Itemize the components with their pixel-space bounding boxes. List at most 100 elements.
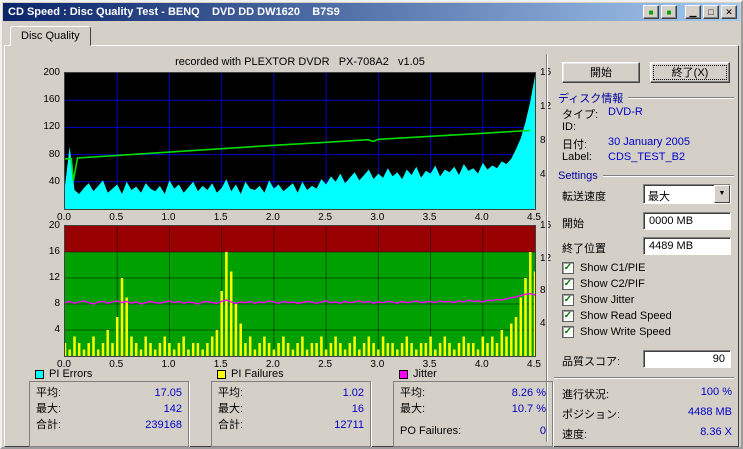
stat-row: PO Failures: 0 bbox=[400, 423, 546, 439]
start-position-label: 開始 bbox=[562, 218, 584, 230]
axis-tick-label: 120 bbox=[43, 121, 60, 133]
field-value: DVD-R bbox=[608, 106, 643, 118]
field-label: ID: bbox=[562, 121, 577, 133]
stat-row: 最大: 16 bbox=[218, 401, 364, 417]
axis-tick-label: 12 bbox=[48, 272, 60, 283]
stat-value: 239168 bbox=[145, 419, 182, 431]
axis-tick-label: 1.5 bbox=[213, 212, 228, 223]
stat-row: 平均: 17.05 bbox=[36, 385, 182, 401]
close-icon: ✕ bbox=[725, 6, 733, 17]
checkbox-box[interactable]: ✓ bbox=[562, 310, 574, 322]
checkbox-show-c2-pif[interactable]: ✓ Show C2/PIF bbox=[562, 277, 645, 291]
position-row: ポジション: 4488 MB bbox=[562, 406, 732, 422]
dropdown-button[interactable]: ▼ bbox=[714, 185, 730, 203]
axis-tick-label: 2.0 bbox=[265, 212, 280, 223]
axis-tick-label: 4.0 bbox=[474, 212, 489, 223]
maximize-button[interactable]: □ bbox=[703, 5, 719, 19]
jitter-legend: Jitter bbox=[399, 368, 437, 380]
field-label: タイプ: bbox=[562, 109, 599, 121]
axis-tick-label: 3.0 bbox=[370, 212, 385, 223]
legend-title: PI Failures bbox=[231, 368, 284, 380]
titlebar-buttons: ■ ■ ▁ □ ✕ bbox=[643, 5, 740, 19]
window-title: CD Speed : Disc Quality Test - BENQ DVD … bbox=[8, 6, 340, 18]
exit-button[interactable]: 終了(X) bbox=[650, 62, 730, 83]
stat-row: 合計: 12711 bbox=[218, 417, 364, 433]
bottom-chart bbox=[64, 225, 536, 357]
top-chart-left-axis: 200 160 120 80 40 bbox=[26, 67, 60, 209]
axis-tick-label: 16 bbox=[540, 67, 552, 78]
checkbox-label: Show Write Speed bbox=[580, 326, 671, 338]
tab-label: Disc Quality bbox=[21, 30, 80, 42]
start-position-field[interactable]: 0000 MB bbox=[643, 212, 731, 230]
right-panel-divider bbox=[554, 377, 734, 379]
stat-label: 平均: bbox=[400, 387, 426, 399]
axis-tick-label: 8 bbox=[54, 298, 60, 309]
status-value: 8.36 X bbox=[700, 426, 732, 438]
minimize-button[interactable]: ▁ bbox=[685, 5, 701, 19]
pi-errors-legend: PI Errors bbox=[35, 368, 92, 380]
field-label: Label: bbox=[562, 151, 592, 163]
stat-row: 最大: 142 bbox=[36, 401, 182, 417]
checkbox-label: Show C1/PIE bbox=[580, 262, 646, 274]
pi-errors-stats-box: 平均: 17.05 最大: 142 合計: 239168 bbox=[29, 381, 189, 447]
checkbox-show-write-speed[interactable]: ✓ Show Write Speed bbox=[562, 325, 671, 339]
section-divider bbox=[602, 175, 734, 177]
bottom-chart-canvas bbox=[65, 226, 535, 356]
maximize-icon: □ bbox=[708, 6, 714, 17]
start-button[interactable]: 開始 bbox=[562, 62, 640, 83]
checkbox-label: Show Read Speed bbox=[580, 310, 672, 322]
axis-tick-label: 16 bbox=[48, 246, 60, 257]
checkbox-box[interactable]: ✓ bbox=[562, 262, 574, 274]
axis-tick-label: 200 bbox=[43, 67, 60, 78]
axis-tick-label: 3.5 bbox=[422, 212, 437, 223]
section-title: ディスク情報 bbox=[558, 93, 624, 105]
axis-tick-label: 20 bbox=[48, 220, 60, 231]
checkbox-box[interactable]: ✓ bbox=[562, 294, 574, 306]
progress-row: 進行状況: 100 % bbox=[562, 386, 732, 402]
pi-failures-swatch bbox=[217, 369, 226, 379]
tab-panel: recorded with PLEXTOR DVDR PX-708A2 v1.0… bbox=[4, 45, 739, 447]
end-position-field[interactable]: 4489 MB bbox=[643, 237, 731, 255]
chevron-down-icon: ▼ bbox=[718, 190, 726, 197]
checkbox-show-read-speed[interactable]: ✓ Show Read Speed bbox=[562, 309, 672, 323]
disc-label-row: Label: CDS_TEST_B2 bbox=[562, 151, 734, 165]
axis-tick-label: 4 bbox=[54, 324, 60, 335]
stat-value: 1.02 bbox=[342, 387, 364, 399]
stat-row: 最大: 10.7 % bbox=[400, 401, 546, 417]
axis-tick-label: 4 bbox=[540, 317, 546, 329]
stat-label: 平均: bbox=[36, 387, 62, 399]
axis-tick-label: 16 bbox=[540, 220, 552, 231]
check-icon: ✓ bbox=[563, 278, 573, 289]
axis-tick-label: 40 bbox=[48, 175, 60, 187]
recorded-with-text: recorded with PLEXTOR DVDR PX-708A2 v1.0… bbox=[175, 56, 425, 68]
transfer-speed-label: 転送速度 bbox=[562, 191, 606, 203]
axis-tick-label: 4.0 bbox=[474, 359, 489, 370]
section-title: Settings bbox=[558, 170, 598, 182]
capture-window-button[interactable]: ■ bbox=[661, 5, 677, 19]
status-label: 進行状況: bbox=[562, 389, 610, 401]
close-button[interactable]: ✕ bbox=[721, 5, 737, 19]
checkbox-box[interactable]: ✓ bbox=[562, 278, 574, 290]
check-icon: ✓ bbox=[563, 294, 573, 305]
stat-label: 最大: bbox=[400, 403, 426, 415]
tab-disc-quality[interactable]: Disc Quality bbox=[10, 26, 91, 46]
quality-score-field: 90 bbox=[643, 350, 731, 368]
stat-row: 合計: 239168 bbox=[36, 417, 182, 433]
checkbox-show-c1-pie[interactable]: ✓ Show C1/PIE bbox=[562, 261, 645, 275]
field-value: 30 January 2005 bbox=[608, 136, 690, 148]
disc-info-section-header: ディスク情報 bbox=[558, 90, 734, 106]
status-value: 100 % bbox=[700, 386, 732, 398]
stat-value: 17.05 bbox=[154, 387, 182, 399]
stat-label: 合計: bbox=[36, 419, 62, 431]
transfer-speed-dropdown[interactable]: 最大 ▼ bbox=[643, 184, 731, 204]
axis-tick-label: 160 bbox=[43, 94, 60, 106]
axis-tick-label: 8 bbox=[540, 285, 546, 296]
checkbox-box[interactable]: ✓ bbox=[562, 326, 574, 338]
checkbox-show-jitter[interactable]: ✓ Show Jitter bbox=[562, 293, 634, 307]
titlebar[interactable]: CD Speed : Disc Quality Test - BENQ DVD … bbox=[3, 3, 740, 21]
stat-value: 0 bbox=[539, 425, 546, 437]
field-label: 日付: bbox=[562, 139, 588, 151]
top-chart-x-axis: 0.0 0.5 1.0 1.5 2.0 2.5 3.0 3.5 4.0 4.5 bbox=[57, 212, 541, 224]
axis-tick-label: 12 bbox=[540, 252, 552, 264]
capture-graph-button[interactable]: ■ bbox=[643, 5, 659, 19]
